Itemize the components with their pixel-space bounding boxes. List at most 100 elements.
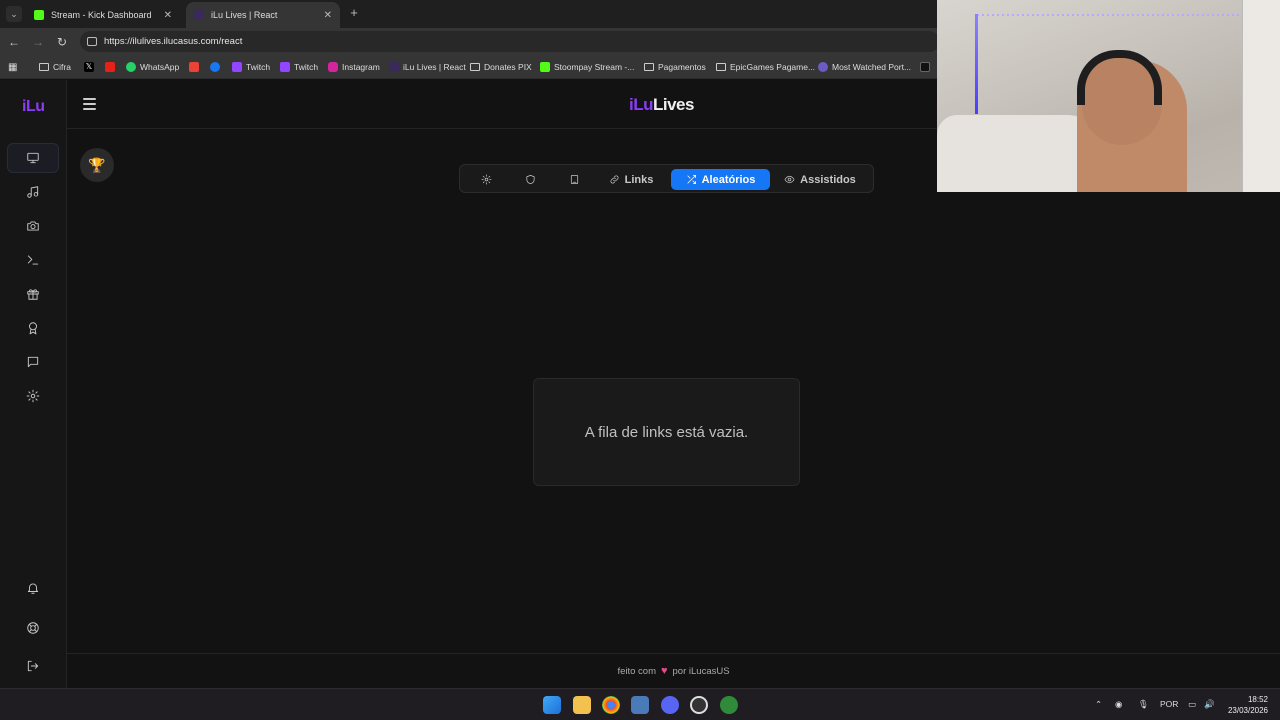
bookmark-most-watched[interactable]: Most Watched Port... bbox=[818, 60, 911, 74]
file-explorer-icon[interactable] bbox=[573, 696, 591, 714]
tablet-icon bbox=[570, 175, 578, 184]
sidebar-item-award[interactable] bbox=[7, 313, 59, 343]
new-tab-button[interactable]: + bbox=[346, 5, 362, 21]
discord-icon[interactable] bbox=[661, 696, 679, 714]
close-icon[interactable]: ✕ bbox=[324, 10, 332, 21]
logout-icon bbox=[27, 660, 39, 672]
tab-links-label: Links bbox=[624, 173, 654, 186]
reload-icon[interactable]: ↻ bbox=[53, 33, 71, 51]
tab-links[interactable]: Links bbox=[602, 169, 660, 190]
door bbox=[1242, 0, 1280, 192]
shield-icon bbox=[525, 175, 535, 184]
footer-suffix: por iLucasUS bbox=[672, 665, 730, 677]
gmail-icon bbox=[189, 62, 199, 72]
led-strip-vertical bbox=[975, 14, 978, 114]
eye-icon bbox=[784, 175, 795, 184]
gift-icon bbox=[27, 289, 39, 300]
folder-icon bbox=[716, 63, 726, 71]
brand-part-lives: Lives bbox=[653, 95, 694, 114]
tab-aleatorios[interactable]: Aleatórios bbox=[671, 169, 770, 190]
bookmark-whatsapp[interactable]: WhatsApp bbox=[126, 60, 179, 74]
bookmark-donates-pix[interactable]: Donates PIX bbox=[470, 60, 532, 74]
ilu-favicon-icon bbox=[194, 10, 204, 20]
tab-aleatorios-label: Aleatórios bbox=[701, 173, 756, 186]
tray-app-icon[interactable]: ◉ bbox=[1115, 699, 1122, 710]
browser-tab-kick[interactable]: Stream - Kick Dashboard ✕ bbox=[26, 2, 180, 28]
chevron-up-icon[interactable]: ⌃ bbox=[1095, 699, 1102, 710]
bookmark-tiktok[interactable] bbox=[920, 60, 930, 74]
back-icon[interactable]: ← bbox=[5, 33, 23, 51]
forward-icon[interactable]: → bbox=[29, 33, 47, 51]
trophy-button[interactable]: 🏆 bbox=[80, 148, 114, 182]
bookmark-label: Donates PIX bbox=[484, 62, 532, 72]
obs-icon[interactable] bbox=[690, 696, 708, 714]
sidebar-item-settings[interactable] bbox=[7, 381, 59, 411]
language-indicator[interactable]: POR bbox=[1160, 699, 1178, 709]
bookmark-youtube[interactable] bbox=[105, 60, 115, 74]
tab-search-button[interactable]: ⌄ bbox=[6, 6, 22, 22]
youtube-icon bbox=[105, 62, 115, 72]
empty-queue-message: A fila de links está vazia. bbox=[584, 423, 749, 441]
bookmark-facebook[interactable] bbox=[210, 60, 220, 74]
bookmark-label: EpicGames Pagame... bbox=[730, 62, 816, 72]
trophy-icon: 🏆 bbox=[88, 156, 106, 173]
bookmark-label: Most Watched Port... bbox=[832, 62, 912, 72]
logout-button[interactable] bbox=[7, 651, 59, 681]
bookmark-instagram[interactable]: Instagram bbox=[328, 60, 380, 74]
close-icon[interactable]: ✕ bbox=[164, 10, 172, 21]
bookmark-gmail[interactable] bbox=[189, 60, 199, 74]
sidebar-item-terminal[interactable] bbox=[7, 245, 59, 275]
bookmark-label: Pagamentos bbox=[658, 62, 706, 72]
menu-icon[interactable] bbox=[83, 98, 96, 110]
tab-shield[interactable] bbox=[516, 169, 544, 190]
camera-icon bbox=[27, 221, 39, 231]
bookmark-label: Instagram bbox=[342, 62, 380, 72]
tab-tablet[interactable] bbox=[560, 169, 588, 190]
volume-icon[interactable]: 🔊 bbox=[1204, 699, 1215, 710]
microphone-icon[interactable]: 🎙 bbox=[1138, 699, 1149, 710]
bookmark-label: iLu Lives | React bbox=[403, 62, 466, 72]
apps-icon[interactable]: ▦ bbox=[8, 60, 17, 74]
sidebar-item-music[interactable] bbox=[7, 177, 59, 207]
bookmark-x[interactable]: 𝕏 bbox=[84, 60, 94, 74]
bookmark-ilu[interactable]: iLu Lives | React bbox=[389, 60, 466, 74]
music-icon bbox=[27, 186, 39, 198]
sidebar-item-messages[interactable] bbox=[7, 347, 59, 377]
bookmark-twitch-1[interactable]: Twitch bbox=[232, 60, 270, 74]
bookmark-epicgames[interactable]: EpicGames Pagame... bbox=[716, 60, 815, 74]
notifications-button[interactable] bbox=[7, 573, 59, 603]
x-icon: 𝕏 bbox=[84, 62, 94, 72]
webcam-overlay bbox=[937, 0, 1280, 192]
app-icon[interactable] bbox=[631, 696, 649, 714]
bookmark-twitch-2[interactable]: Twitch bbox=[280, 60, 318, 74]
windows-start-icon[interactable] bbox=[543, 696, 561, 714]
bookmark-pagamentos[interactable]: Pagamentos bbox=[644, 60, 706, 74]
message-icon bbox=[27, 356, 39, 368]
network-icon[interactable]: ▭ bbox=[1188, 699, 1196, 710]
app-logo[interactable]: iLu bbox=[22, 98, 45, 116]
bookmark-label: Twitch bbox=[246, 62, 271, 72]
gear-icon bbox=[481, 174, 491, 185]
link-icon bbox=[610, 175, 619, 184]
led-strip bbox=[977, 14, 1277, 16]
system-clock[interactable]: 18:52 23/03/2026 bbox=[1228, 694, 1268, 716]
folder-icon bbox=[644, 63, 654, 71]
site-info-icon[interactable] bbox=[87, 37, 97, 46]
bookmark-cifra[interactable]: Cifra bbox=[39, 60, 71, 74]
sidebar-item-gift[interactable] bbox=[7, 279, 59, 309]
shuffle-icon bbox=[687, 175, 696, 184]
xbox-icon[interactable] bbox=[720, 696, 738, 714]
browser-tab-ilu[interactable]: iLu Lives | React ✕ bbox=[186, 2, 340, 28]
sidebar-item-monitor[interactable] bbox=[7, 143, 59, 173]
folder-icon bbox=[470, 63, 480, 71]
kick-icon bbox=[540, 62, 550, 72]
tab-assistidos[interactable]: Assistidos bbox=[778, 169, 862, 190]
tab-settings[interactable] bbox=[472, 169, 500, 190]
url-input[interactable]: https://ilulives.ilucasus.com/react bbox=[80, 31, 940, 52]
twitch-icon bbox=[280, 62, 290, 72]
sidebar-item-camera[interactable] bbox=[7, 211, 59, 241]
award-icon bbox=[29, 322, 37, 335]
help-button[interactable] bbox=[7, 613, 59, 643]
chrome-icon[interactable] bbox=[602, 696, 620, 714]
bookmark-stoompay[interactable]: Stoompay Stream -... bbox=[540, 60, 634, 74]
